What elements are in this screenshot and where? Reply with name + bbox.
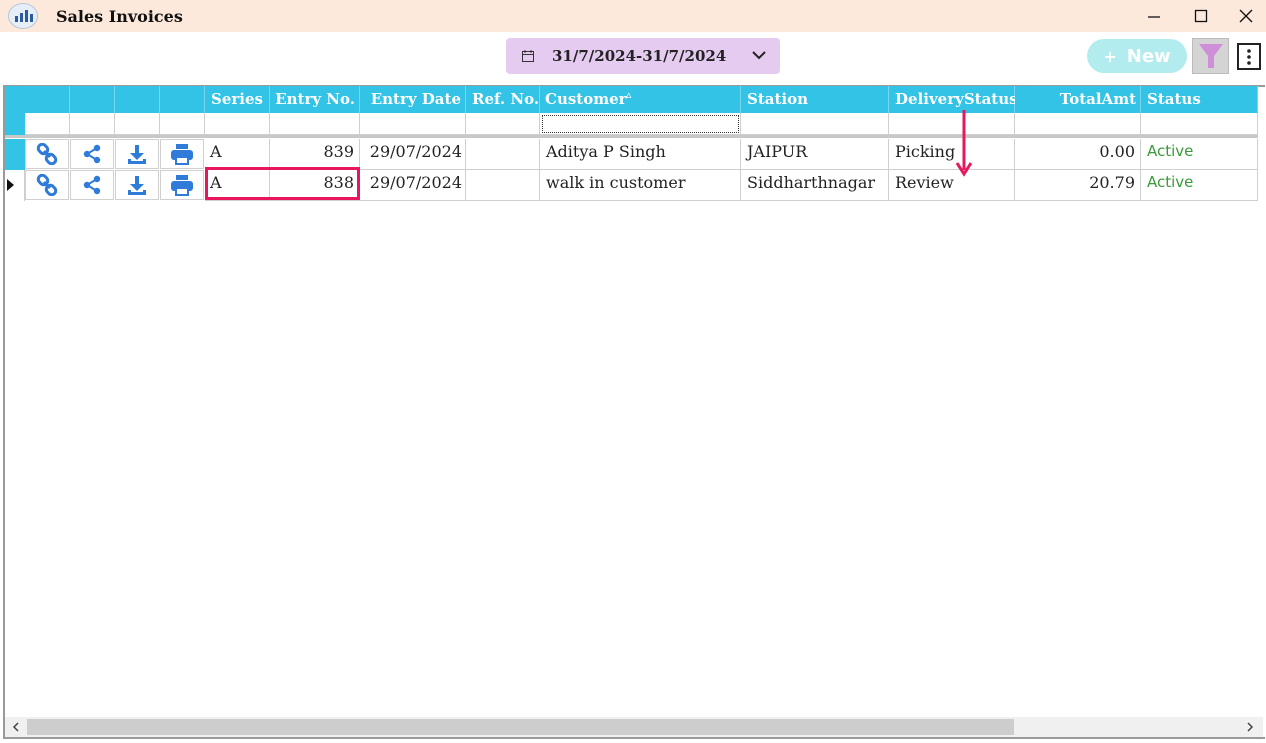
chevron-down-icon xyxy=(752,51,766,60)
col-header-entry-no[interactable]: Entry No. xyxy=(270,86,360,113)
col-header-action-3 xyxy=(115,86,160,113)
col-header-action-4 xyxy=(160,86,205,113)
cell-customer[interactable]: walk in customer xyxy=(540,170,741,201)
cell-entry-date[interactable]: 29/07/2024 xyxy=(360,170,466,201)
header-separator xyxy=(5,135,1258,138)
minimize-button[interactable] xyxy=(1142,4,1166,28)
row-selector-header xyxy=(5,86,25,135)
col-header-entry-date[interactable]: Entry Date xyxy=(360,86,466,113)
new-button-label: New xyxy=(1126,45,1171,67)
calendar-icon xyxy=(522,50,534,62)
filter-cell-ref-no[interactable] xyxy=(466,113,540,135)
filter-cell-entry-no[interactable] xyxy=(270,113,360,135)
horizontal-scrollbar[interactable] xyxy=(5,717,1263,737)
filter-button[interactable] xyxy=(1192,38,1229,74)
chevron-right-icon xyxy=(1247,722,1254,732)
app-logo-icon xyxy=(8,3,38,29)
filter-cell-delivery-status[interactable] xyxy=(889,113,1015,135)
share-icon xyxy=(83,144,101,164)
col-header-station[interactable]: Station xyxy=(741,86,889,113)
filter-cell-total-amt[interactable] xyxy=(1015,113,1141,135)
col-header-action-2 xyxy=(70,86,115,113)
filter-cell[interactable] xyxy=(115,113,160,135)
cell-series[interactable]: A xyxy=(205,170,270,201)
row-selector[interactable] xyxy=(5,139,25,170)
link-icon xyxy=(36,143,58,165)
cell-status[interactable]: Active xyxy=(1141,170,1258,201)
annotation-arrow-down-icon xyxy=(955,110,973,177)
link-button[interactable] xyxy=(25,170,69,200)
download-button[interactable] xyxy=(115,170,159,200)
scroll-right-button[interactable] xyxy=(1241,719,1259,735)
close-icon xyxy=(1239,9,1253,23)
col-header-ref-no[interactable]: Ref. No. xyxy=(466,86,540,113)
col-header-customer[interactable]: Customer ▵ xyxy=(540,86,741,113)
filter-cell[interactable] xyxy=(25,113,70,135)
col-header-action-1 xyxy=(25,86,70,113)
cell-series[interactable]: A xyxy=(205,139,270,170)
link-button[interactable] xyxy=(25,139,69,169)
share-button[interactable] xyxy=(70,170,114,200)
cell-customer[interactable]: Aditya P Singh xyxy=(540,139,741,170)
scroll-left-button[interactable] xyxy=(7,719,25,735)
cell-total-amt[interactable]: 20.79 xyxy=(1015,170,1141,201)
new-invoice-button[interactable]: + New xyxy=(1087,39,1187,73)
cell-status[interactable]: Active xyxy=(1141,139,1258,170)
download-icon xyxy=(128,145,146,164)
col-header-total-amt[interactable]: TotalAmt xyxy=(1015,86,1141,113)
maximize-button[interactable] xyxy=(1189,4,1213,28)
more-options-button[interactable] xyxy=(1237,43,1261,70)
cell-delivery-status[interactable]: Review xyxy=(889,170,1015,201)
chevron-left-icon xyxy=(12,722,19,732)
maximize-icon xyxy=(1194,9,1208,23)
date-range-picker[interactable]: 31/7/2024-31/7/2024 xyxy=(506,38,780,74)
cell-ref-no[interactable] xyxy=(466,139,540,170)
funnel-icon xyxy=(1198,44,1223,68)
cell-ref-no[interactable] xyxy=(466,170,540,201)
scroll-thumb[interactable] xyxy=(27,719,1014,735)
print-button[interactable] xyxy=(160,139,204,169)
share-button[interactable] xyxy=(70,139,114,169)
print-button[interactable] xyxy=(160,170,204,200)
col-header-series[interactable]: Series xyxy=(205,86,270,113)
share-icon xyxy=(83,175,101,195)
filter-cell-status[interactable] xyxy=(1141,113,1258,135)
col-header-status[interactable]: Status xyxy=(1141,86,1258,113)
filter-cell-customer[interactable] xyxy=(540,113,741,135)
col-header-delivery-status[interactable]: DeliveryStatus xyxy=(889,86,1018,113)
minimize-icon xyxy=(1148,16,1160,18)
plus-icon: + xyxy=(1103,46,1117,66)
cell-entry-no[interactable]: 839 xyxy=(270,139,360,170)
title-bar: Sales Invoices xyxy=(0,0,1266,32)
close-button[interactable] xyxy=(1234,4,1258,28)
filter-cell-station[interactable] xyxy=(741,113,889,135)
vertical-dots-icon xyxy=(1247,48,1251,65)
cell-station[interactable]: Siddharthnagar xyxy=(741,170,889,201)
print-icon xyxy=(171,144,193,165)
print-icon xyxy=(171,175,193,196)
cell-total-amt[interactable]: 0.00 xyxy=(1015,139,1141,170)
download-button[interactable] xyxy=(115,139,159,169)
cell-entry-date[interactable]: 29/07/2024 xyxy=(360,139,466,170)
window-title: Sales Invoices xyxy=(56,7,183,26)
filter-cell-series[interactable] xyxy=(205,113,270,135)
cell-delivery-status[interactable]: Picking xyxy=(889,139,1015,170)
filter-cell-entry-date[interactable] xyxy=(360,113,466,135)
download-icon xyxy=(128,176,146,195)
filter-cell[interactable] xyxy=(160,113,205,135)
row-selector-current[interactable] xyxy=(5,170,25,201)
sort-indicator-icon: ▵ xyxy=(626,88,632,101)
cell-entry-no[interactable]: 838 xyxy=(270,170,360,201)
current-row-indicator-icon xyxy=(7,179,14,191)
date-range-text: 31/7/2024-31/7/2024 xyxy=(552,47,727,65)
link-icon xyxy=(36,174,58,196)
cell-station[interactable]: JAIPUR xyxy=(741,139,889,170)
filter-cell[interactable] xyxy=(70,113,115,135)
